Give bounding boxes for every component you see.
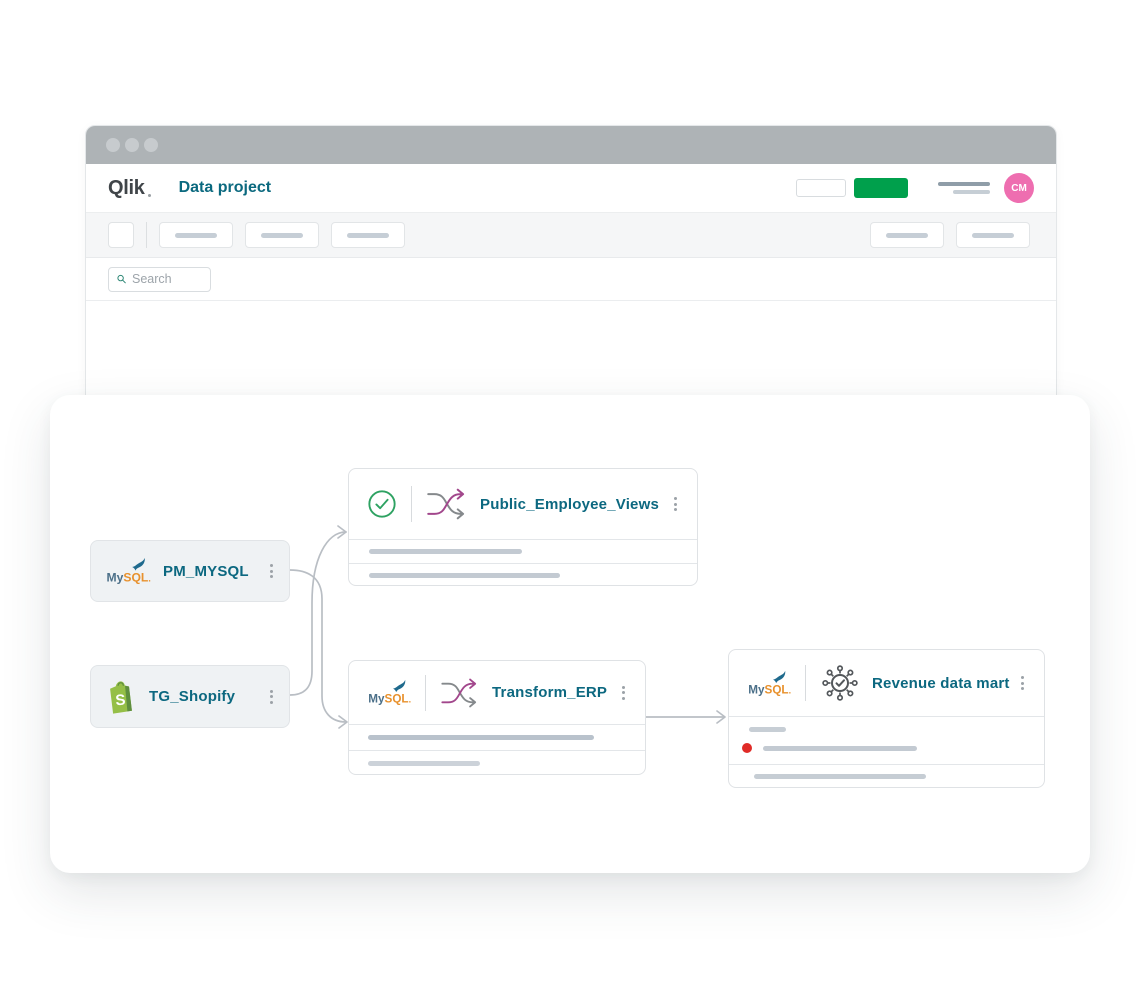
toolbar-button[interactable] bbox=[159, 222, 233, 248]
kebab-menu-icon[interactable] bbox=[266, 684, 277, 709]
card-title: Transform_ERP bbox=[492, 684, 608, 701]
svg-text:MySQL.: MySQL. bbox=[107, 570, 151, 584]
transform-shuffle-icon bbox=[427, 488, 465, 520]
pipeline-canvas-card: MySQL. PM_MYSQL S TG_Shopify Public_Empl… bbox=[50, 395, 1090, 873]
toolbar-button[interactable] bbox=[870, 222, 944, 248]
window-control-icon[interactable] bbox=[106, 138, 120, 152]
placeholder-bar bbox=[763, 746, 917, 751]
search-row bbox=[86, 258, 1056, 301]
window-control-icon[interactable] bbox=[144, 138, 158, 152]
header-actions: CM bbox=[796, 173, 1034, 203]
card-row bbox=[349, 563, 697, 587]
success-check-icon bbox=[368, 490, 396, 518]
window-control-icon[interactable] bbox=[125, 138, 139, 152]
pipeline-canvas: MySQL. PM_MYSQL S TG_Shopify Public_Empl… bbox=[50, 395, 1090, 873]
kebab-menu-icon[interactable] bbox=[266, 559, 277, 584]
placeholder-bar bbox=[368, 761, 480, 766]
card-row bbox=[349, 724, 645, 750]
placeholder-bar bbox=[886, 232, 928, 238]
primary-button[interactable] bbox=[854, 178, 908, 198]
card-row bbox=[349, 539, 697, 563]
svg-text:S: S bbox=[115, 691, 126, 709]
mysql-logo-icon: MySQL. bbox=[748, 670, 791, 696]
divider bbox=[411, 486, 412, 522]
search-icon bbox=[117, 274, 126, 284]
card-revenue-data-mart[interactable]: MySQL. Revenue data mart bbox=[728, 649, 1045, 788]
placeholder-bar bbox=[347, 232, 389, 238]
card-title: Public_Employee_Views bbox=[480, 495, 660, 513]
placeholder-bar bbox=[972, 232, 1014, 238]
node-label: TG_Shopify bbox=[149, 688, 236, 705]
card-row bbox=[349, 750, 645, 776]
placeholder-bar bbox=[368, 735, 594, 740]
connector-pm-to-transform bbox=[289, 569, 347, 723]
placeholder-bar bbox=[749, 727, 786, 732]
alert-dot-icon bbox=[742, 743, 752, 753]
app-header: Qlik Data project CM bbox=[86, 164, 1056, 212]
kebab-menu-icon[interactable] bbox=[1017, 671, 1028, 696]
placeholder-bar bbox=[369, 549, 522, 554]
toolbar-icon-button[interactable] bbox=[108, 222, 134, 248]
placeholder-bar bbox=[261, 232, 303, 238]
node-label: PM_MYSQL bbox=[163, 562, 249, 580]
svg-text:MySQL.: MySQL. bbox=[368, 692, 411, 705]
card-transform-erp[interactable]: MySQL. Transform_ERP bbox=[348, 660, 646, 775]
card-row bbox=[729, 764, 1044, 789]
card-public-employee-views[interactable]: Public_Employee_Views bbox=[348, 468, 698, 586]
toolbar bbox=[86, 212, 1056, 258]
shopify-logo-icon: S bbox=[110, 680, 132, 714]
search-box[interactable] bbox=[108, 266, 211, 292]
svg-text:MySQL.: MySQL. bbox=[748, 683, 791, 696]
pipeline-connectors bbox=[289, 525, 726, 729]
kebab-menu-icon[interactable] bbox=[618, 680, 629, 705]
card-title: Revenue data mart bbox=[872, 674, 1010, 692]
placeholder-bar bbox=[754, 774, 926, 779]
node-tg-shopify[interactable]: S TG_Shopify bbox=[90, 665, 290, 728]
secondary-button[interactable] bbox=[796, 179, 846, 197]
data-mart-hub-icon bbox=[822, 665, 858, 701]
card-row bbox=[729, 716, 1044, 764]
divider bbox=[425, 674, 426, 711]
user-name-placeholder bbox=[938, 182, 990, 194]
qlik-logo: Qlik bbox=[108, 177, 151, 200]
toolbar-button[interactable] bbox=[956, 222, 1030, 248]
mysql-logo-icon: MySQL. bbox=[368, 679, 411, 705]
toolbar-button[interactable] bbox=[331, 222, 405, 248]
transform-shuffle-icon bbox=[441, 678, 477, 707]
connector-tg-to-public bbox=[289, 531, 347, 696]
kebab-menu-icon[interactable] bbox=[670, 492, 681, 517]
toolbar-button[interactable] bbox=[245, 222, 319, 248]
avatar[interactable]: CM bbox=[1004, 173, 1034, 203]
placeholder-bar bbox=[938, 182, 990, 186]
placeholder-bar bbox=[953, 190, 990, 194]
node-pm-mysql[interactable]: MySQL. PM_MYSQL bbox=[90, 540, 290, 602]
mysql-logo-icon: MySQL. bbox=[107, 557, 151, 584]
placeholder-bar bbox=[369, 573, 560, 578]
window-titlebar bbox=[86, 126, 1056, 164]
search-input[interactable] bbox=[132, 272, 202, 286]
toolbar-divider bbox=[146, 222, 147, 248]
divider bbox=[805, 665, 806, 701]
page-title: Data project bbox=[178, 179, 272, 196]
placeholder-bar bbox=[175, 232, 217, 238]
